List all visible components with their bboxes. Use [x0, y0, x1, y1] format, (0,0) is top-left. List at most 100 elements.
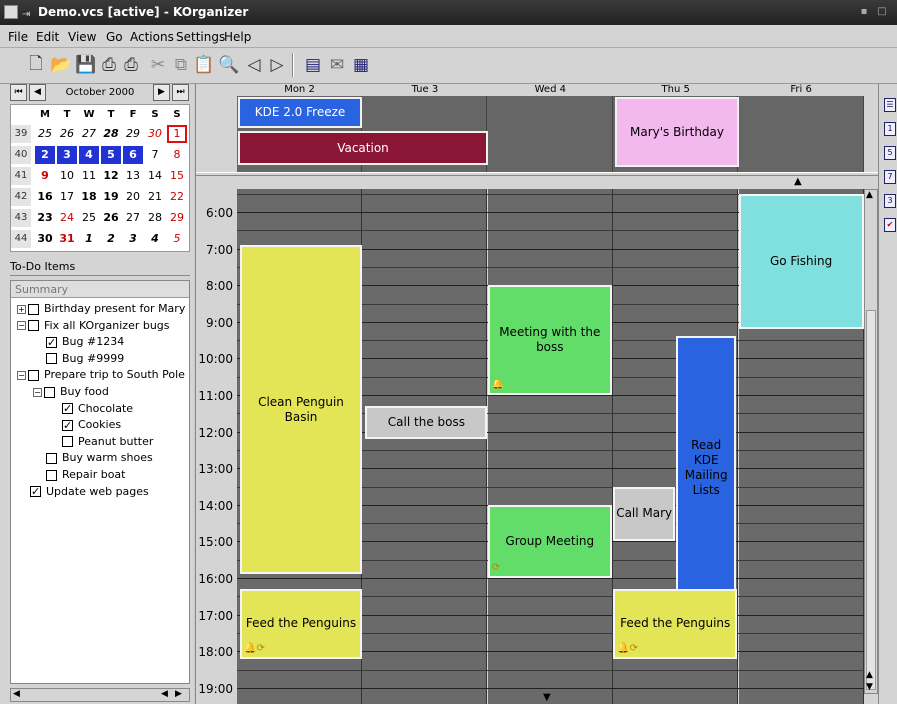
- calendar-day[interactable]: 17: [57, 188, 77, 206]
- todo-checkbox[interactable]: [62, 436, 73, 448]
- save-icon[interactable]: 💾: [75, 54, 97, 76]
- week-view-icon[interactable]: 7: [884, 170, 896, 184]
- todo-item[interactable]: Buy warm shoes: [33, 450, 153, 466]
- calendar-day[interactable]: 9: [35, 167, 55, 185]
- next-month-button[interactable]: ▶: [153, 84, 170, 101]
- todo-checkbox[interactable]: ✓: [62, 403, 73, 415]
- calendar-day[interactable]: 10: [57, 167, 77, 185]
- calendar-day[interactable]: 29: [123, 125, 143, 143]
- event-block[interactable]: Clean Penguin Basin: [240, 244, 362, 575]
- week-number[interactable]: 39: [11, 125, 31, 143]
- maximize-icon[interactable]: □: [876, 6, 888, 18]
- todo-item[interactable]: ✓ Chocolate: [49, 401, 133, 417]
- todo-item[interactable]: Peanut butter: [49, 434, 153, 450]
- scroll-down-arrow-icon[interactable]: ▼: [543, 692, 551, 703]
- calendar-day[interactable]: 26: [101, 209, 121, 227]
- calendar-day[interactable]: 5: [167, 230, 187, 248]
- month-view-icon[interactable]: 3: [884, 194, 896, 208]
- calendar-day[interactable]: 1: [167, 125, 187, 143]
- calendar-day[interactable]: 4: [145, 230, 165, 248]
- calendar-day[interactable]: 23: [35, 209, 55, 227]
- todo-item[interactable]: − Prepare trip to South Pole: [17, 367, 185, 383]
- print-icon[interactable]: ⎙: [98, 54, 120, 76]
- menu-go[interactable]: Go: [106, 30, 123, 44]
- tree-expander-icon[interactable]: −: [17, 321, 26, 331]
- todo-item[interactable]: Bug #9999: [33, 351, 124, 367]
- day-header[interactable]: Tue 3: [362, 84, 487, 96]
- todo-item[interactable]: ✓ Cookies: [49, 417, 121, 433]
- all-day-column[interactable]: [488, 96, 613, 172]
- calendar-day[interactable]: 30: [145, 125, 165, 143]
- week-number[interactable]: 44: [11, 230, 31, 248]
- day-header[interactable]: Wed 4: [488, 84, 613, 96]
- scroll-left-icon[interactable]: ◀: [161, 689, 168, 699]
- event-block[interactable]: Read KDE Mailing Lists: [676, 336, 737, 600]
- all-day-event[interactable]: KDE 2.0 Freeze: [238, 97, 362, 128]
- new-icon[interactable]: 🗋: [25, 54, 47, 76]
- todo-item[interactable]: ✓ Update web pages: [17, 484, 149, 500]
- todo-checkbox[interactable]: [28, 303, 39, 315]
- all-day-column[interactable]: [739, 96, 864, 172]
- calendar-day[interactable]: 31: [57, 230, 77, 248]
- todo-view-icon[interactable]: ✔: [884, 218, 896, 232]
- calendar-day[interactable]: 24: [57, 209, 77, 227]
- scroll-down-icon[interactable]: ▼: [866, 682, 873, 692]
- calendar-day[interactable]: 27: [79, 125, 99, 143]
- month-view-icon[interactable]: ▦: [350, 54, 372, 76]
- calendar-day[interactable]: 6: [123, 146, 143, 164]
- calendar-day[interactable]: 11: [79, 167, 99, 185]
- calendar-day[interactable]: 21: [145, 188, 165, 206]
- todo-horizontal-scrollbar[interactable]: ◀ ◀ ▶: [10, 688, 190, 702]
- scroll-up-arrow-icon[interactable]: ▲: [794, 176, 802, 187]
- scroll-up-icon[interactable]: ▲: [866, 190, 873, 200]
- todo-checkbox[interactable]: [46, 353, 57, 365]
- week-number[interactable]: 43: [11, 209, 31, 227]
- todo-item[interactable]: Repair boat: [33, 467, 125, 483]
- calendar-day[interactable]: 16: [35, 188, 55, 206]
- calendar-day[interactable]: 13: [123, 167, 143, 185]
- copy-icon[interactable]: ⧉: [170, 54, 192, 76]
- paste-icon[interactable]: 📋: [193, 54, 215, 76]
- calendar-day[interactable]: 25: [35, 125, 55, 143]
- prev-month-button[interactable]: ◀: [29, 84, 46, 101]
- print-preview-icon[interactable]: ⎙: [120, 54, 142, 76]
- todo-checkbox[interactable]: [46, 469, 57, 481]
- calendar-day[interactable]: 3: [57, 146, 77, 164]
- menu-settings[interactable]: Settings: [176, 30, 225, 44]
- menu-actions[interactable]: Actions: [130, 30, 174, 44]
- scroll-left-icon[interactable]: ◀: [13, 689, 20, 699]
- calendar-day[interactable]: 18: [79, 188, 99, 206]
- all-day-event[interactable]: Vacation: [238, 131, 488, 165]
- calendar-day[interactable]: 14: [145, 167, 165, 185]
- event-block[interactable]: Feed the Penguins 🔔⟳: [240, 588, 362, 659]
- todo-item[interactable]: ✓ Bug #1234: [33, 334, 124, 350]
- event-block[interactable]: Call the boss: [365, 405, 488, 439]
- menu-view[interactable]: View: [68, 30, 96, 44]
- calendar-day[interactable]: 8: [167, 146, 187, 164]
- event-block[interactable]: Group Meeting ⟳: [487, 504, 612, 578]
- todo-summary-header[interactable]: Summary: [11, 281, 189, 298]
- calendar-day[interactable]: 27: [123, 209, 143, 227]
- next-icon[interactable]: ▷: [266, 54, 288, 76]
- todo-item[interactable]: − Fix all KOrganizer bugs: [17, 318, 170, 334]
- scrollbar-thumb[interactable]: [866, 310, 876, 690]
- week-number[interactable]: 41: [11, 167, 31, 185]
- next-year-button[interactable]: ⏭: [172, 84, 189, 101]
- calendar-day[interactable]: 28: [145, 209, 165, 227]
- day-header[interactable]: Fri 6: [739, 84, 864, 96]
- todo-checkbox[interactable]: [46, 452, 57, 464]
- week-view-icon[interactable]: ✉: [326, 54, 348, 76]
- day-view-icon[interactable]: 1: [884, 122, 896, 136]
- todo-checkbox[interactable]: [44, 386, 55, 398]
- minimize-icon[interactable]: ▪: [858, 6, 870, 18]
- cut-icon[interactable]: ✂: [147, 54, 169, 76]
- work-week-view-icon[interactable]: 5: [884, 146, 896, 160]
- calendar-day[interactable]: 26: [57, 125, 77, 143]
- open-icon[interactable]: 📂: [50, 54, 72, 76]
- todo-item[interactable]: + Birthday present for Mary: [17, 301, 185, 317]
- calendar-day[interactable]: 22: [167, 188, 187, 206]
- calendar-day[interactable]: 20: [123, 188, 143, 206]
- event-block[interactable]: Go Fishing: [738, 193, 864, 330]
- window-menu-icon[interactable]: [4, 5, 18, 19]
- day-header[interactable]: Mon 2: [237, 84, 362, 96]
